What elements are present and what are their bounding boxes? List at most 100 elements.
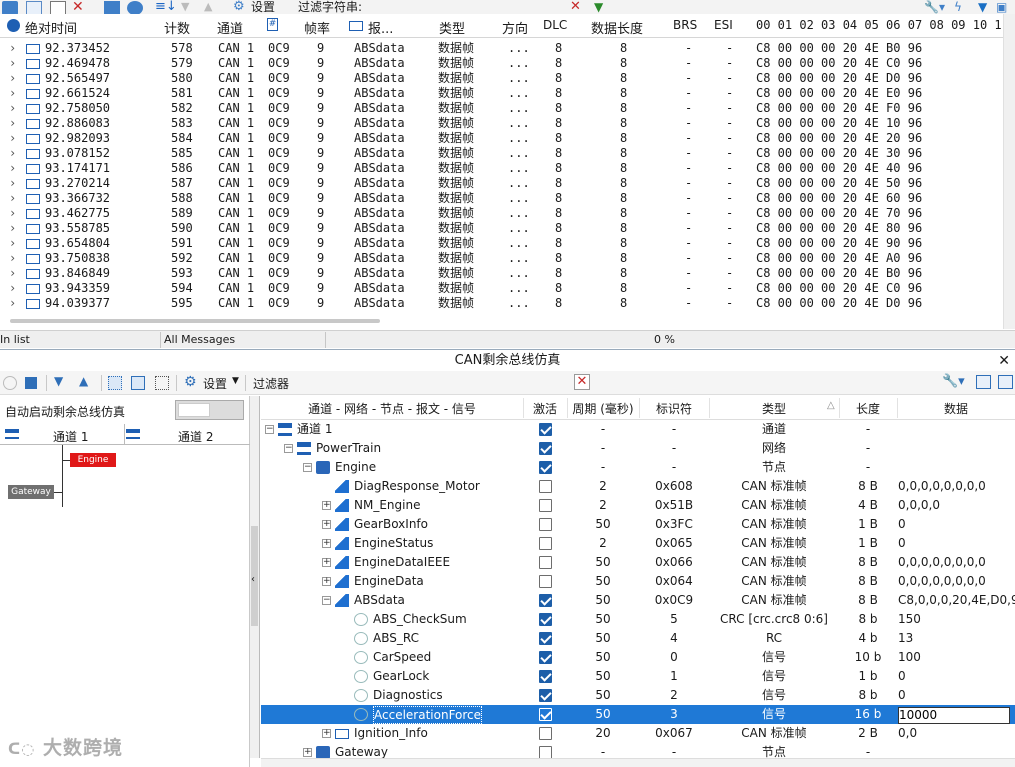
start-icon[interactable] [3,376,17,390]
expand-chevron-icon[interactable]: › [9,131,16,146]
col-message[interactable]: 报... [368,18,393,37]
copy-icon[interactable] [26,1,42,14]
trace-row[interactable]: › 92.469478 579 CAN 1 0C9 9 ABSdata 数据帧... 8 8 - - C… [0,56,1003,71]
settings-label[interactable]: 设置 [251,0,275,14]
pause-icon[interactable] [2,1,18,14]
trace-row[interactable]: › 93.750838 592 CAN 1 0C9 9 ABSdata 数据帧... 8 8 - - C… [0,251,1003,266]
window-icon[interactable]: ▣ [996,0,1007,14]
active-checkbox[interactable] [539,689,552,702]
splitter-scrollbar[interactable]: ‹ [250,396,260,758]
tree-node-label[interactable]: NM_Engine [354,496,420,515]
col-direction[interactable]: 方向 [502,18,528,37]
funnel-icon[interactable]: ▼ [978,0,987,14]
cell-data[interactable]: 0,0,0,0,0,0,0,0 [898,572,986,591]
tree-node-label[interactable]: EngineData [354,572,424,591]
tree-row[interactable]: ABS_CheckSum 50 5 CRC [crc.crc8 0:6] 8 b 150 [261,610,1015,629]
expand-chevron-icon[interactable]: › [9,71,16,86]
tree-row[interactable]: − PowerTrain - - 网络 - [261,439,1015,458]
col-count[interactable]: 计数 [164,18,190,37]
trace-row[interactable]: › 92.661524 581 CAN 1 0C9 9 ABSdata 数据帧... 8 8 - - C… [0,86,1003,101]
clear-icon[interactable]: ✕ [72,0,88,14]
expand-chevron-icon[interactable]: › [9,236,16,251]
cell-data[interactable]: 150 [898,610,921,629]
expand-chevron-icon[interactable]: › [9,251,16,266]
expand-chevron-icon[interactable]: › [9,176,16,191]
expand-chevron-icon[interactable]: › [9,296,16,311]
tree-node-label[interactable]: GearLock [373,667,429,686]
clear-filter-icon[interactable]: ✕ [574,374,590,390]
tools-icon[interactable]: 🔧▾ [924,0,945,14]
col-active[interactable]: 激活 [523,400,567,417]
cell-data[interactable]: 0 [898,515,906,534]
trace-row[interactable]: › 93.270214 587 CAN 1 0C9 9 ABSdata 数据帧... 8 8 - - C… [0,176,1003,191]
trace-row[interactable]: › 92.886083 583 CAN 1 0C9 9 ABSdata 数据帧... 8 8 - - C… [0,116,1003,131]
settings-label[interactable]: 设置 [203,375,227,392]
tree-row[interactable]: + NM_Engine 2 0x51B CAN 标准帧 4 B 0,0,0,0 [261,496,1015,515]
active-checkbox[interactable] [539,708,552,721]
tree-row[interactable]: ABS_RC 50 4 RC 4 b 13 [261,629,1015,648]
col-data-length[interactable]: 数据长度 [591,18,643,37]
chevron-down-icon[interactable]: ▼ [232,376,239,386]
expand-all-icon[interactable] [108,376,122,390]
cell-data[interactable]: 0,0 [898,724,917,743]
expand-chevron-icon[interactable]: › [9,161,16,176]
col-length[interactable]: 长度 [839,400,897,417]
tree-node-label[interactable]: EngineDataIEEE [354,553,450,572]
tree-node-label[interactable]: EngineStatus [354,534,433,553]
active-checkbox[interactable] [539,632,552,645]
trace-horizontal-scrollbar[interactable] [0,313,1003,329]
autostart-toggle[interactable] [175,400,244,420]
gateway-node[interactable]: Gateway [8,485,54,499]
cell-data[interactable]: 100 [898,648,921,667]
trace-row[interactable]: › 92.373452 578 CAN 1 0C9 9 ABSdata 数据帧... 8 8 - - C… [0,41,1003,56]
tree-row[interactable]: + EngineData 50 0x064 CAN 标准帧 8 B 0,0,0,0,0,0,… [261,572,1015,591]
apply-filter-icon[interactable]: ▼ [594,0,603,14]
expand-icon[interactable]: + [322,558,331,567]
expand-chevron-icon[interactable]: › [9,56,16,71]
tree-node-label[interactable]: CarSpeed [373,648,431,667]
trace-vertical-scrollbar[interactable] [1003,14,1015,329]
col-type[interactable]: 类型 [709,400,839,417]
channel-2-label[interactable]: 通道 2 [178,428,213,445]
tree-row[interactable]: + EngineDataIEEE 50 0x066 CAN 标准帧 8 B 0,0,0,0,… [261,553,1015,572]
cell-data[interactable]: 0,0,0,0,0,0,0,0 [898,553,986,572]
trace-row[interactable]: › 93.654804 591 CAN 1 0C9 9 ABSdata 数据帧... 8 8 - - C… [0,236,1003,251]
col-brs[interactable]: BRS [673,18,697,32]
cell-data[interactable]: 0,0,0,0 [898,496,940,515]
tree-row[interactable]: − 通道 1 - - 通道 - [261,420,1015,439]
active-checkbox[interactable] [539,423,552,436]
cell-data[interactable]: C8,0,0,0,20,4E,D0,9 [898,591,1015,610]
col-type[interactable]: 类型 [439,18,465,37]
collapse-pane-icon[interactable]: ‹ [251,574,255,585]
cell-data[interactable]: 13 [898,629,913,648]
active-checkbox[interactable] [539,651,552,664]
expand-chevron-icon[interactable]: › [9,86,16,101]
tree-node-label[interactable]: ABS_RC [373,629,419,648]
tree-row[interactable]: + Ignition_Info 20 0x067 CAN 标准帧 2 B 0,0 [261,724,1015,743]
active-checkbox[interactable] [539,442,552,455]
sort-asc-icon[interactable]: △ [827,400,835,411]
settings-gear-icon[interactable]: ⚙ [233,0,249,14]
col-identifier[interactable]: 标识符 [639,400,709,417]
tree-row[interactable]: − Engine - - 节点 - [261,458,1015,477]
tree-node-label[interactable]: ABS_CheckSum [373,610,467,629]
expand-chevron-icon[interactable]: › [9,41,16,56]
active-checkbox[interactable] [539,480,552,493]
expand-chevron-icon[interactable]: › [9,101,16,116]
expand-icon[interactable]: + [303,748,312,757]
trace-row[interactable]: › 93.943359 594 CAN 1 0C9 9 ABSdata 数据帧... 8 8 - - C… [0,281,1003,296]
view-icon[interactable] [104,1,120,14]
tree-node-label-selected[interactable]: AccelerationForce [373,706,483,724]
trace-row[interactable]: › 94.039377 595 CAN 1 0C9 9 ABSdata 数据帧... 8 8 - - C… [0,296,1003,311]
close-icon[interactable]: ✕ [998,350,1010,372]
tree-row[interactable]: DiagResponse_Motor 2 0x608 CAN 标准帧 8 B 0,0,0,… [261,477,1015,496]
trace-row[interactable]: › 93.078152 585 CAN 1 0C9 9 ABSdata 数据帧... 8 8 - - C… [0,146,1003,161]
down-arrow-icon[interactable]: ▼ [181,1,197,14]
grid-horizontal-scrollbar[interactable] [261,758,1015,767]
active-checkbox[interactable] [539,613,552,626]
trace-row[interactable]: › 93.558785 590 CAN 1 0C9 9 ABSdata 数据帧... 8 8 - - C… [0,221,1003,236]
expand-chevron-icon[interactable]: › [9,116,16,131]
undock-icon[interactable] [998,375,1013,389]
col-id[interactable]: # [267,18,278,31]
col-tree[interactable]: 通道 - 网络 - 节点 - 报文 - 信号 [261,400,523,417]
